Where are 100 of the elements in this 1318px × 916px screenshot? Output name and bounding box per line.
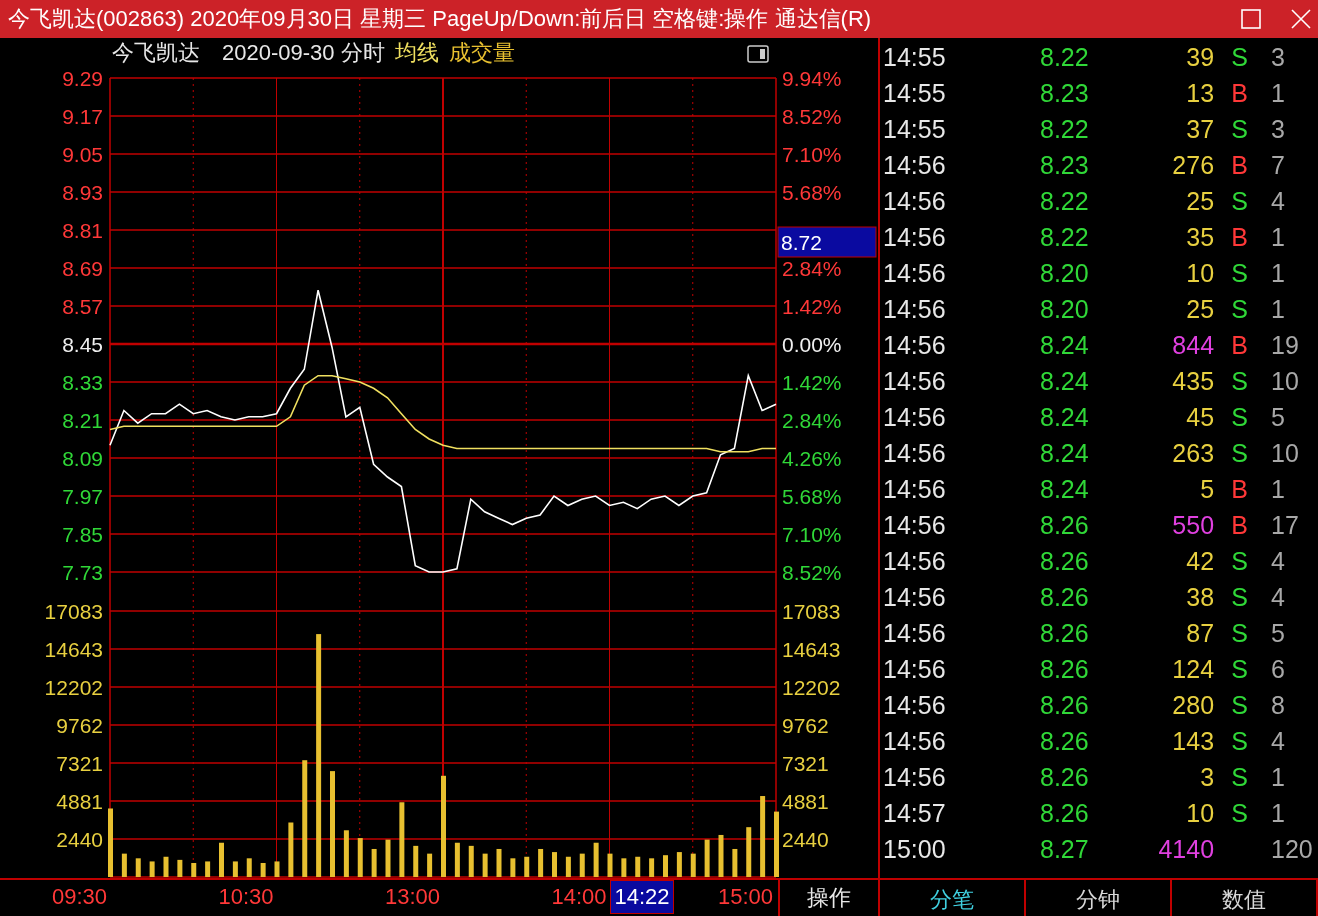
trade-time: 14:56 (882, 258, 947, 288)
volume-bar (663, 855, 668, 877)
trade-price: 8.26 (1039, 762, 1089, 792)
price-axis-label: 8.57 (62, 295, 103, 318)
volume-bar (413, 845, 419, 877)
trade-time: 14:56 (882, 582, 947, 612)
volume-bar (343, 830, 349, 877)
trade-time: 14:56 (882, 510, 947, 540)
volume-bar (676, 852, 682, 877)
trade-count: 4 (1270, 582, 1286, 612)
trade-time: 15:00 (882, 834, 947, 864)
trade-side: S (1231, 402, 1248, 431)
trade-count: 7 (1270, 150, 1286, 180)
time-axis-label: 09:30 (51, 884, 107, 910)
volume-axis-label: 12202 (782, 676, 841, 699)
trade-time: 14:56 (882, 186, 947, 216)
volume-axis-label: 14643 (44, 638, 103, 661)
trade-count: 1 (1270, 222, 1286, 252)
trade-time: 14:56 (882, 726, 947, 756)
volume-bar (371, 848, 377, 877)
trade-time: 14:56 (882, 762, 947, 792)
trade-time: 14:56 (882, 150, 947, 180)
trade-volume: 5 (1199, 474, 1215, 504)
trade-price: 8.26 (1039, 798, 1089, 828)
legend-label: 均线 (394, 39, 439, 67)
trade-count: 1 (1270, 474, 1286, 504)
percent-axis-label: 5.68% (782, 181, 842, 204)
percent-axis-label: 8.52% (782, 561, 842, 584)
trade-volume: 4140 (1157, 834, 1215, 864)
volume-bar (454, 842, 460, 877)
volume-axis-label: 2440 (56, 828, 103, 851)
volume-bar (538, 848, 544, 877)
price-axis-label: 8.69 (62, 257, 103, 280)
trade-count: 10 (1270, 366, 1300, 396)
percent-axis-label: 2.84% (782, 409, 842, 432)
trade-volume: 435 (1171, 366, 1215, 396)
trade-side: B (1231, 78, 1248, 107)
time-axis-label: 13:00 (384, 884, 440, 910)
volume-bar (191, 863, 197, 877)
trade-side: B (1231, 222, 1248, 251)
trade-count: 4 (1270, 546, 1286, 576)
volume-axis-label: 17083 (44, 600, 103, 623)
trade-time: 14:56 (882, 222, 947, 252)
volume-axis-label: 4881 (56, 790, 103, 813)
trade-price: 8.23 (1039, 78, 1089, 108)
trade-time: 14:56 (882, 330, 947, 360)
trade-side: S (1231, 762, 1248, 791)
trade-side: S (1231, 546, 1248, 575)
trade-side: B (1231, 330, 1248, 359)
trade-count: 3 (1270, 114, 1286, 144)
price-readout: 8.72 (781, 231, 822, 254)
trade-time: 14:56 (882, 474, 947, 504)
close-icon[interactable] (1290, 8, 1312, 30)
percent-axis-label: 8.52% (782, 105, 842, 128)
volume-bar (704, 839, 710, 877)
volume-bar (510, 858, 516, 877)
trade-side: B (1231, 510, 1248, 539)
volume-bar (496, 848, 502, 877)
price-axis-label: 9.05 (62, 143, 103, 166)
trade-side: S (1231, 186, 1248, 215)
trade-count: 5 (1270, 618, 1286, 648)
panel-toggle-icon[interactable] (747, 45, 769, 63)
volume-bar (135, 858, 141, 877)
volume-axis-label: 17083 (782, 600, 841, 623)
price-axis-label: 9.17 (62, 105, 103, 128)
trade-volume: 143 (1171, 726, 1215, 756)
trade-time: 14:56 (882, 294, 947, 324)
trade-price: 8.26 (1039, 726, 1089, 756)
trade-count: 10 (1270, 438, 1300, 468)
volume-bar (635, 856, 641, 877)
trade-count: 6 (1270, 654, 1286, 684)
trade-side: S (1231, 690, 1248, 719)
trade-time: 14:57 (882, 798, 947, 828)
trade-side: S (1231, 618, 1248, 647)
volume-bar (621, 858, 627, 877)
volume-axis-label: 12202 (44, 676, 103, 699)
trade-time: 14:56 (882, 546, 947, 576)
trade-side: S (1231, 294, 1248, 323)
price-axis-label: 7.97 (62, 485, 103, 508)
trade-volume: 263 (1171, 438, 1215, 468)
trade-price: 8.27 (1039, 834, 1089, 864)
volume-bar (260, 863, 266, 877)
trade-volume: 10 (1185, 798, 1215, 828)
trade-side: S (1231, 726, 1248, 755)
trade-price: 8.22 (1039, 42, 1089, 72)
trade-time: 14:55 (882, 42, 947, 72)
trade-count: 1 (1270, 78, 1286, 108)
volume-bar (774, 811, 779, 877)
price-axis-label: 8.45 (62, 333, 103, 356)
volume-bar (288, 822, 294, 877)
maximize-icon[interactable] (1240, 8, 1262, 30)
trade-side: S (1231, 114, 1248, 143)
trade-price: 8.24 (1039, 366, 1089, 396)
price-axis-label: 8.33 (62, 371, 103, 394)
volume-axis-label: 9762 (56, 714, 103, 737)
time-axis-label: 14:00 (551, 884, 607, 910)
trade-price: 8.26 (1039, 618, 1089, 648)
volume-bar (593, 842, 599, 877)
trade-price: 8.24 (1039, 474, 1089, 504)
window-title: 今飞凯达(002863) 2020年09月30日 星期三 PageUp/Down:前后日 空格键:操作 通达信(R) (8, 5, 872, 33)
